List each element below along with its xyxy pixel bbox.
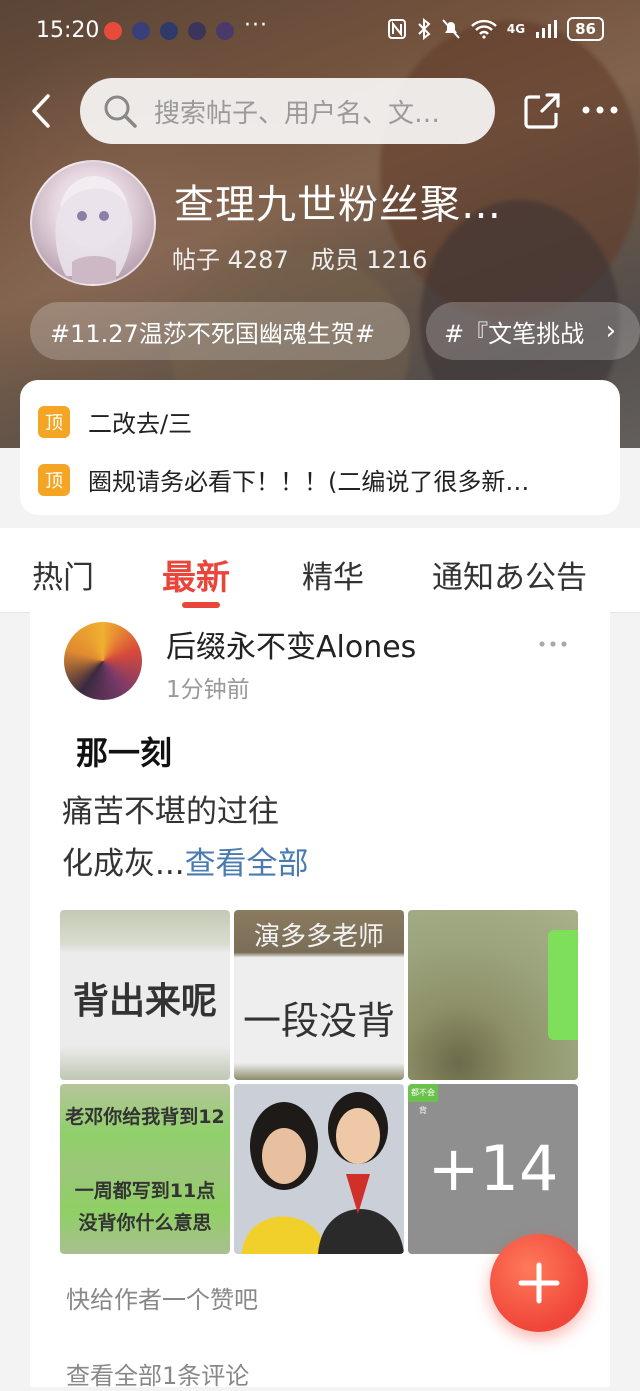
post-image[interactable] xyxy=(408,910,578,1080)
wifi-icon xyxy=(471,19,497,39)
pinned-post-title: 圈规请务必看下！！！(二编说了很多新… xyxy=(88,468,530,496)
more-notifications-icon: ··· xyxy=(244,13,268,38)
pinned-post-item[interactable]: 顶 二改去/三 xyxy=(38,404,192,439)
notification-icons xyxy=(104,22,234,40)
bluetooth-icon xyxy=(418,18,431,40)
create-post-button[interactable] xyxy=(490,1234,588,1332)
author-name[interactable]: 后缀永不变Alones xyxy=(166,622,416,666)
author-avatar[interactable] xyxy=(64,622,142,700)
pin-badge: 顶 xyxy=(38,463,70,496)
notification-icon xyxy=(160,22,178,40)
back-arrow-icon[interactable] xyxy=(28,92,56,130)
network-type: 4G xyxy=(506,22,526,36)
more-images-count: +14 xyxy=(427,1132,559,1205)
mute-icon xyxy=(442,19,460,39)
search-bar[interactable]: 搜索帖子、用户名、文… xyxy=(80,78,495,144)
post-image[interactable] xyxy=(234,1084,404,1254)
status-bar: 15:20 ··· 4G 86 xyxy=(0,0,640,62)
topic-tag[interactable]: #『文笔挑战 › xyxy=(426,302,640,360)
see-all-link[interactable]: 查看全部 xyxy=(185,846,309,882)
status-time: 15:20 xyxy=(36,18,100,43)
feed-tabs: 热门 最新 精华 通知あ公告 xyxy=(0,528,640,613)
tab-announcements[interactable]: 通知あ公告 xyxy=(432,552,587,597)
members-count: 成员 1216 xyxy=(310,246,428,274)
photo-people xyxy=(234,1084,404,1254)
image-detail xyxy=(548,930,578,1040)
view-comments-link[interactable]: 查看全部1条评论 xyxy=(66,1356,249,1391)
tab-hot[interactable]: 热门 xyxy=(32,552,94,597)
pinned-post-title: 二改去/三 xyxy=(88,410,193,438)
forum-title: 查理九世粉丝聚… xyxy=(174,182,502,228)
battery-indicator: 86 xyxy=(567,17,604,41)
forum-avatar-art xyxy=(55,176,133,284)
post-image-more[interactable]: 都不会背 +14 xyxy=(408,1084,578,1254)
forum-avatar[interactable] xyxy=(30,160,156,286)
posts-count: 帖子 4287 xyxy=(172,246,289,274)
share-icon[interactable] xyxy=(522,91,562,131)
post-image[interactable]: 演多多老师 一段没背 xyxy=(234,910,404,1080)
notification-icon xyxy=(188,22,206,40)
tab-latest[interactable]: 最新 xyxy=(162,550,230,599)
like-hint: 快给作者一个赞吧 xyxy=(66,1286,258,1314)
topic-tag[interactable]: #11.27温莎不死国幽魂生贺# xyxy=(30,302,410,360)
plus-icon xyxy=(518,1262,560,1304)
pinned-posts: 顶 二改去/三 顶 圈规请务必看下！！！(二编说了很多新… xyxy=(20,380,620,515)
notification-icon xyxy=(216,22,234,40)
chevron-right-icon[interactable]: › xyxy=(606,316,616,346)
post-image[interactable]: 老邓你给我背到12 一周都写到11点 没背你什么意思 xyxy=(60,1084,230,1254)
image-thumbnail: 都不会背 xyxy=(408,1084,438,1115)
forum-stats: 帖子 4287 成员 1216 xyxy=(172,240,427,275)
post-time: 1分钟前 xyxy=(166,677,250,703)
notification-icon xyxy=(132,22,150,40)
post-title: 那一刻 xyxy=(76,734,173,772)
signal-icon xyxy=(536,20,558,38)
image-grid: 背出来呢 演多多老师 一段没背 老邓你给我背到12 一周都写到11点 没背你什么… xyxy=(60,910,580,1256)
pin-badge: 顶 xyxy=(38,405,70,438)
active-tab-indicator xyxy=(182,602,220,608)
search-icon xyxy=(104,95,137,128)
post-image[interactable]: 背出来呢 xyxy=(60,910,230,1080)
top-bar: 搜索帖子、用户名、文… xyxy=(0,76,640,146)
post-body: 痛苦不堪的过往 化成灰...查看全部 xyxy=(62,794,309,882)
pinned-post-item[interactable]: 顶 圈规请务必看下！！！(二编说了很多新… xyxy=(38,462,529,497)
nfc-icon xyxy=(387,19,406,39)
more-options-icon[interactable] xyxy=(580,100,620,120)
notification-icon xyxy=(104,22,122,40)
post-more-icon[interactable] xyxy=(538,640,568,648)
search-placeholder: 搜索帖子、用户名、文… xyxy=(154,98,441,129)
tab-essence[interactable]: 精华 xyxy=(302,552,364,597)
